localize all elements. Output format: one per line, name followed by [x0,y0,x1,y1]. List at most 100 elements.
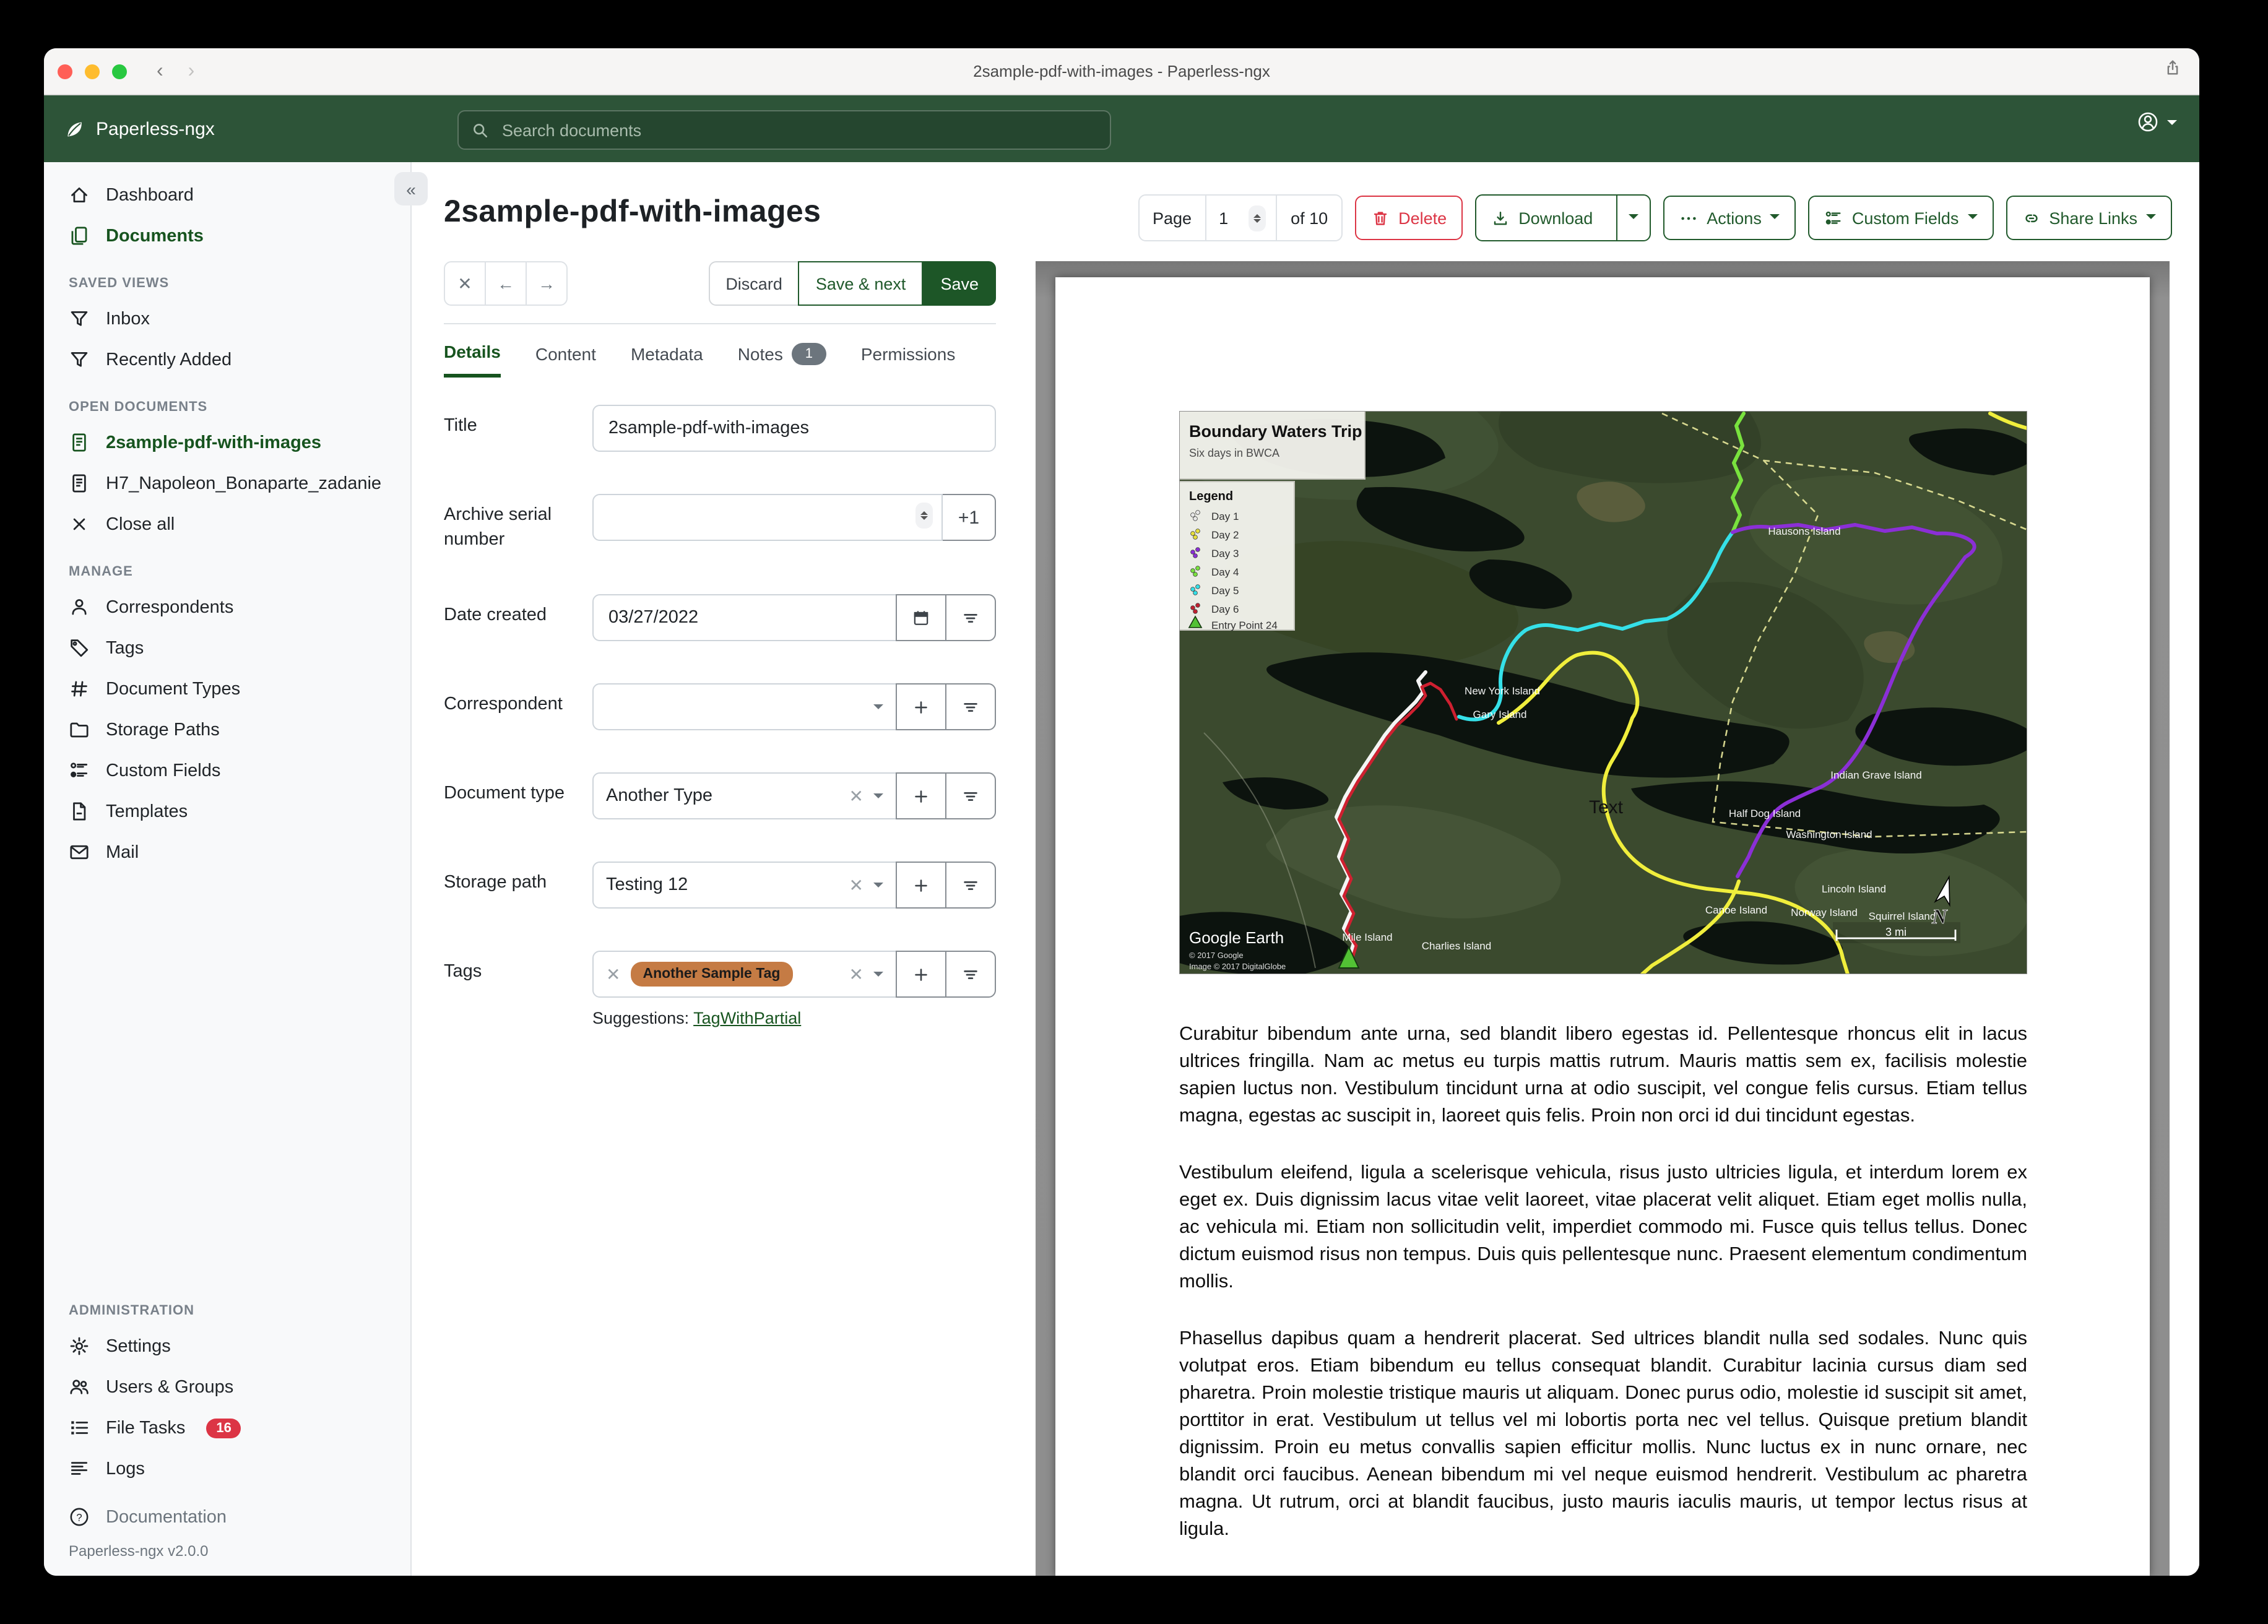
chevron-down-icon [1967,214,1978,224]
next-document-button[interactable]: → [527,262,566,304]
link-icon [2022,209,2040,227]
tab-label: Notes [737,343,783,363]
tab-details[interactable]: Details [444,342,501,378]
sidebar-item-recently-added[interactable]: Recently Added [44,339,410,380]
plus-icon [912,965,930,983]
google-earth-logo: Google Earth [1189,928,1284,947]
correspondent-select[interactable] [592,683,897,731]
suggestion-link[interactable]: TagWithPartial [693,1009,801,1027]
sidebar-item-templates[interactable]: Templates [44,791,410,832]
previous-document-button[interactable]: ← [486,262,527,304]
asn-input[interactable] [592,494,943,541]
document-type-filter-button[interactable] [945,772,996,820]
search-icon [471,121,490,139]
pdf-viewer[interactable]: Hausons Island New York Island Gary Isla… [1036,261,2170,1576]
correspondent-filter-button[interactable] [945,683,996,731]
sidebar-item-label: Mail [106,842,139,862]
tab-metadata[interactable]: Metadata [631,342,703,378]
clear-icon[interactable]: ✕ [849,964,863,985]
add-storage-path-button[interactable] [896,862,946,909]
clear-icon[interactable]: ✕ [849,875,863,896]
tab-permissions[interactable]: Permissions [861,342,956,378]
document-type-select[interactable]: Another Type ✕ [592,772,897,820]
download-button-label: Download [1518,209,1593,227]
sidebar-item-documents[interactable]: Documents [44,215,410,256]
tags-select[interactable]: ✕ Another Sample Tag ✕ [592,951,897,998]
tab-label: Content [535,343,596,363]
asn-stepper[interactable] [915,503,933,529]
search-box[interactable] [457,110,1111,150]
sidebar-item-label: Users & Groups [106,1377,234,1397]
collapse-sidebar-button[interactable]: « [394,172,428,205]
browser-forward-button[interactable]: › [188,60,195,82]
template-file-icon [69,801,90,822]
actions-button[interactable]: Actions [1663,196,1796,240]
share-links-button[interactable]: Share Links [2006,196,2172,240]
custom-fields-button[interactable]: Custom Fields [1808,196,1994,240]
close-document-button[interactable]: ✕ [445,262,486,304]
sidebar-item-inbox[interactable]: Inbox [44,298,410,339]
browser-back-button[interactable]: ‹ [157,60,163,82]
sidebar-item-open-doc-1[interactable]: 2sample-pdf-with-images [44,422,410,463]
tab-label: Metadata [630,343,703,363]
page-navigation-group: Page of 10 [1138,194,1343,241]
download-dropdown-toggle[interactable] [1616,196,1650,240]
sidebar-item-users-groups[interactable]: Users & Groups [44,1367,410,1407]
sidebar-item-logs[interactable]: Logs [44,1448,410,1489]
date-created-input[interactable] [592,594,897,642]
main-content: « 2sample-pdf-with-images Page of 10 [394,162,2199,1576]
storage-path-filter-button[interactable] [945,862,996,909]
brand[interactable]: Paperless-ngx [64,118,215,139]
sidebar-item-correspondents[interactable]: Correspondents [44,587,410,628]
share-links-button-label: Share Links [2049,209,2137,227]
save-and-next-button[interactable]: Save & next [798,261,924,306]
tag-suggestions: Suggestions: TagWithPartial [592,1009,996,1027]
add-tag-button[interactable] [896,951,946,998]
user-menu[interactable] [2137,111,2177,132]
add-document-type-button[interactable] [896,772,946,820]
asn-plus-one-button[interactable]: +1 [941,494,996,541]
sidebar-section-open-documents: OPEN DOCUMENTS [69,400,208,415]
mail-icon [69,842,90,863]
delete-button[interactable]: Delete [1355,196,1463,240]
sidebar-item-documentation[interactable]: ? Documentation [44,1497,410,1537]
sidebar-item-file-tasks[interactable]: File Tasks 16 [44,1407,410,1448]
date-filter-button[interactable] [945,594,996,642]
page-number-input[interactable] [1216,207,1242,228]
sidebar-item-tags[interactable]: Tags [44,628,410,668]
page-stepper[interactable] [1249,205,1266,231]
search-input[interactable] [500,119,1097,140]
storage-path-select[interactable]: Testing 12 ✕ [592,862,897,909]
sidebar-item-document-types[interactable]: Document Types [44,668,410,709]
share-icon[interactable] [2163,58,2182,83]
sidebar-item-mail[interactable]: Mail [44,832,410,873]
sidebar-item-open-doc-2[interactable]: H7_Napoleon_Bonaparte_zadanie [44,463,410,504]
minimize-window-button[interactable] [85,64,100,79]
tab-label: Permissions [860,343,956,363]
tab-notes[interactable]: Notes 1 [738,342,826,378]
sidebar-item-dashboard[interactable]: Dashboard [44,175,410,215]
clear-icon[interactable]: ✕ [849,785,863,806]
close-window-button[interactable] [58,64,72,79]
zoom-window-button[interactable] [112,64,127,79]
filter-icon [961,965,980,983]
calendar-button[interactable] [896,594,946,642]
sidebar-item-close-all[interactable]: Close all [44,504,410,545]
map-label: Charlies Island [1422,940,1491,952]
title-input[interactable] [592,405,996,452]
add-correspondent-button[interactable] [896,683,946,731]
map-label: Lincoln Island [1822,883,1886,895]
save-button[interactable]: Save [923,261,996,306]
tag-chip[interactable]: Another Sample Tag [630,962,793,987]
sidebar-item-custom-fields[interactable]: Custom Fields [44,750,410,791]
remove-tag-icon[interactable]: ✕ [606,964,620,985]
download-button[interactable]: Download [1476,196,1608,240]
sidebar-item-settings[interactable]: Settings [44,1326,410,1367]
discard-button[interactable]: Discard [708,261,800,306]
sidebar-item-storage-paths[interactable]: Storage Paths [44,709,410,750]
tags-filter-button[interactable] [945,951,996,998]
sidebar-item-label: Custom Fields [106,761,221,780]
filter-icon [961,876,980,894]
home-icon [69,184,90,205]
tab-content[interactable]: Content [535,342,596,378]
